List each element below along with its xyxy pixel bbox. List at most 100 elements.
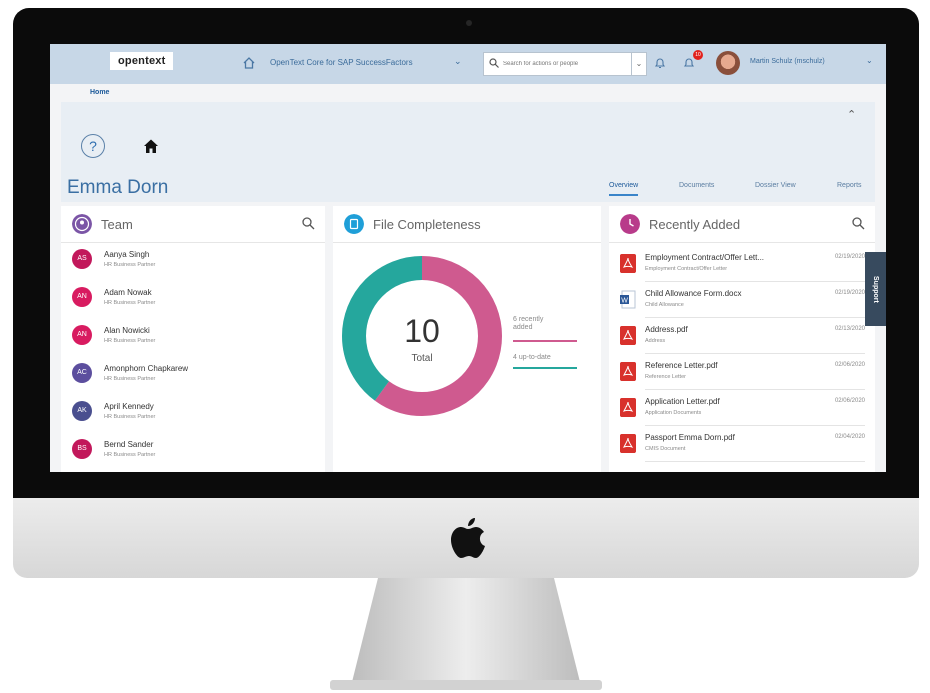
legend-up-to-date[interactable]: 4 up-to-date [513,354,551,361]
file-completeness-card: File Completeness 10 Total 6 recently ad… [333,206,601,472]
user-avatar[interactable] [716,51,740,75]
recent-document-row[interactable]: Passport Emma Dorn.pdf CMIS Document 02/04… [609,426,875,462]
tab-documents[interactable]: Documents [679,182,714,189]
collapse-header-icon[interactable]: ⌃ [847,108,856,121]
file-completeness-header: File Completeness [333,206,601,243]
document-type: Employment Contract/Offer Letter [645,266,728,272]
recently-added-header: Recently Added [609,206,875,243]
team-member-name: Alan Nowicki [104,326,150,335]
total-count: 10 [404,313,440,349]
app-title[interactable]: OpenText Core for SAP SuccessFactors [270,58,413,67]
document-name: Reference Letter.pdf [645,361,718,370]
team-member-role: HR Business Partner [104,262,156,268]
search-input[interactable] [501,57,630,71]
house-icon[interactable] [143,138,159,154]
word-file-icon: W [620,290,636,309]
avatar: AN [72,325,92,345]
document-name: Passport Emma Dorn.pdf [645,433,735,442]
camera-dot [466,20,472,26]
recent-document-row[interactable]: Reference Letter.pdf Reference Letter 02/0… [609,354,875,390]
document-name: Address.pdf [645,325,688,334]
team-member-row[interactable]: AC Amonphorn Chapkarew HR Business Partner [61,356,325,392]
recent-document-row[interactable]: Application Letter.pdf Application Docume… [609,390,875,426]
search-icon [489,58,499,68]
search-icon[interactable] [852,217,865,230]
pdf-file-icon [620,326,636,345]
recent-document-row[interactable]: Employment Contract/Offer Lett... Employm… [609,246,875,282]
document-type: Reference Letter [645,374,686,380]
search-icon[interactable] [302,217,315,230]
support-tab[interactable]: Support [865,252,886,326]
team-member-row[interactable]: AK April Kennedy HR Business Partner [61,394,325,430]
tab-overview[interactable]: Overview [609,182,639,196]
avatar: AK [72,401,92,421]
tab-dossier-view[interactable]: Dossier View [755,182,796,189]
avatar: BS [72,439,92,459]
avatar: AC [72,363,92,383]
document-date: 02/19/2020 [834,290,865,296]
clock-icon [620,214,640,234]
apple-logo-icon [451,518,485,558]
team-member-name: Amonphorn Chapkarew [104,364,189,373]
user-menu-chevron-icon[interactable]: ⌄ [866,56,873,65]
team-member-role: HR Business Partner [104,300,156,306]
file-check-icon [344,214,364,234]
team-card: Team AS Aanya Singh HR Business Partner AN A… [61,206,325,472]
opentext-logo[interactable]: opentext [110,52,174,70]
team-member-name: Bernd Sander [104,440,154,449]
document-type: Address [645,338,666,344]
team-member-row[interactable]: BS Bernd Sander HR Business Partner [61,432,325,468]
tab-home[interactable]: Home [90,89,109,96]
document-type: Application Documents [645,410,702,416]
document-name: Application Letter.pdf [645,397,720,406]
legend-recent-bar [513,340,577,342]
pdf-file-icon [620,254,636,273]
file-completeness-title: File Completeness [373,217,481,232]
document-date: 02/13/2020 [834,326,865,332]
home-icon[interactable] [242,56,256,70]
document-date: 02/04/2020 [834,434,865,440]
avatar: AS [72,249,92,269]
pdf-file-icon [620,434,636,453]
team-member-name: Adam Nowak [104,288,152,297]
team-member-name: Aanya Singh [104,250,150,259]
tab-reports[interactable]: Reports [837,182,862,189]
legend-recently-added[interactable]: 6 recently added [513,316,561,332]
recently-added-card: Recently Added Employment Contract/Offer… [609,206,875,472]
recent-document-row[interactable]: W Child Allowance Form.docx Child Allowanc… [609,282,875,318]
page-title: Emma Dorn [67,177,169,198]
global-search[interactable] [483,52,633,76]
team-member-role: HR Business Partner [104,414,156,420]
avatar: AN [72,287,92,307]
team-member-role: HR Business Partner [104,338,156,344]
document-name: Employment Contract/Offer Lett... [645,253,765,262]
search-scope-dropdown[interactable]: ⌄ [631,52,647,76]
team-card-header: Team [61,206,325,243]
document-type: CMIS Document [645,446,686,452]
bell-icon[interactable] [653,56,667,70]
team-member-row[interactable]: AN Adam Nowak HR Business Partner [61,280,325,316]
document-date: 02/06/2020 [834,362,865,368]
monitor-stand [330,578,602,690]
help-icon[interactable]: ? [81,134,105,158]
pdf-file-icon [620,362,636,381]
notification-badge: 10 [693,50,703,60]
team-member-name: April Kennedy [104,402,154,411]
row-divider [645,461,865,462]
legend-uptodate-bar [513,367,577,369]
document-date: 02/06/2020 [834,398,865,404]
team-member-row[interactable]: AN Alan Nowicki HR Business Partner [61,318,325,354]
app-screen: opentext OpenText Core for SAP SuccessFa… [50,44,886,472]
team-member-role: HR Business Partner [104,452,156,458]
team-member-role: HR Business Partner [104,376,156,382]
chevron-down-icon[interactable]: ⌄ [454,56,462,67]
team-icon [72,214,92,234]
pdf-file-icon [620,398,636,417]
recently-added-title: Recently Added [649,217,741,232]
shell-bar: opentext OpenText Core for SAP SuccessFa… [50,44,886,84]
team-member-row[interactable]: AS Aanya Singh HR Business Partner [61,242,325,278]
user-name[interactable]: Martin Schulz (mschulz) [750,58,825,65]
document-name: Child Allowance Form.docx [645,289,742,298]
recent-document-row[interactable]: Address.pdf Address 02/13/2020 [609,318,875,354]
svg-text:W: W [621,297,628,304]
